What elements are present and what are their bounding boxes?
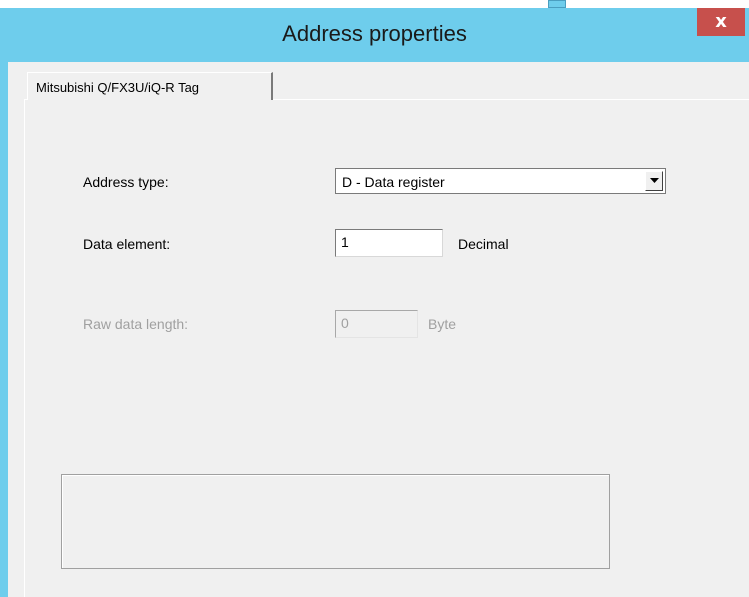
background-window-edge xyxy=(548,0,566,8)
chevron-down-icon[interactable] xyxy=(645,171,663,191)
window-title: Address properties xyxy=(282,21,467,46)
address-type-value: D - Data register xyxy=(342,174,445,190)
data-element-unit: Decimal xyxy=(458,236,509,252)
address-type-select[interactable]: D - Data register xyxy=(335,168,666,194)
close-icon: x xyxy=(715,11,727,32)
raw-data-length-unit: Byte xyxy=(428,316,457,332)
raw-data-length-input: 0 xyxy=(335,310,418,338)
top-strip xyxy=(0,0,749,8)
title-bar[interactable]: Address properties xyxy=(0,8,749,62)
data-element-input[interactable]: 1 xyxy=(335,229,443,257)
address-type-label: Address type: xyxy=(83,174,169,190)
info-groupbox xyxy=(61,474,610,569)
tab-mitsubishi-tag[interactable]: Mitsubishi Q/FX3U/iQ-R Tag xyxy=(27,72,273,100)
address-properties-dialog: Address properties x Mitsubishi Q/FX3U/i… xyxy=(0,0,749,597)
raw-data-length-label: Raw data length: xyxy=(83,316,189,332)
data-element-label: Data element: xyxy=(83,236,171,252)
tab-label: Mitsubishi Q/FX3U/iQ-R Tag xyxy=(36,80,200,95)
close-button[interactable]: x xyxy=(697,8,745,36)
